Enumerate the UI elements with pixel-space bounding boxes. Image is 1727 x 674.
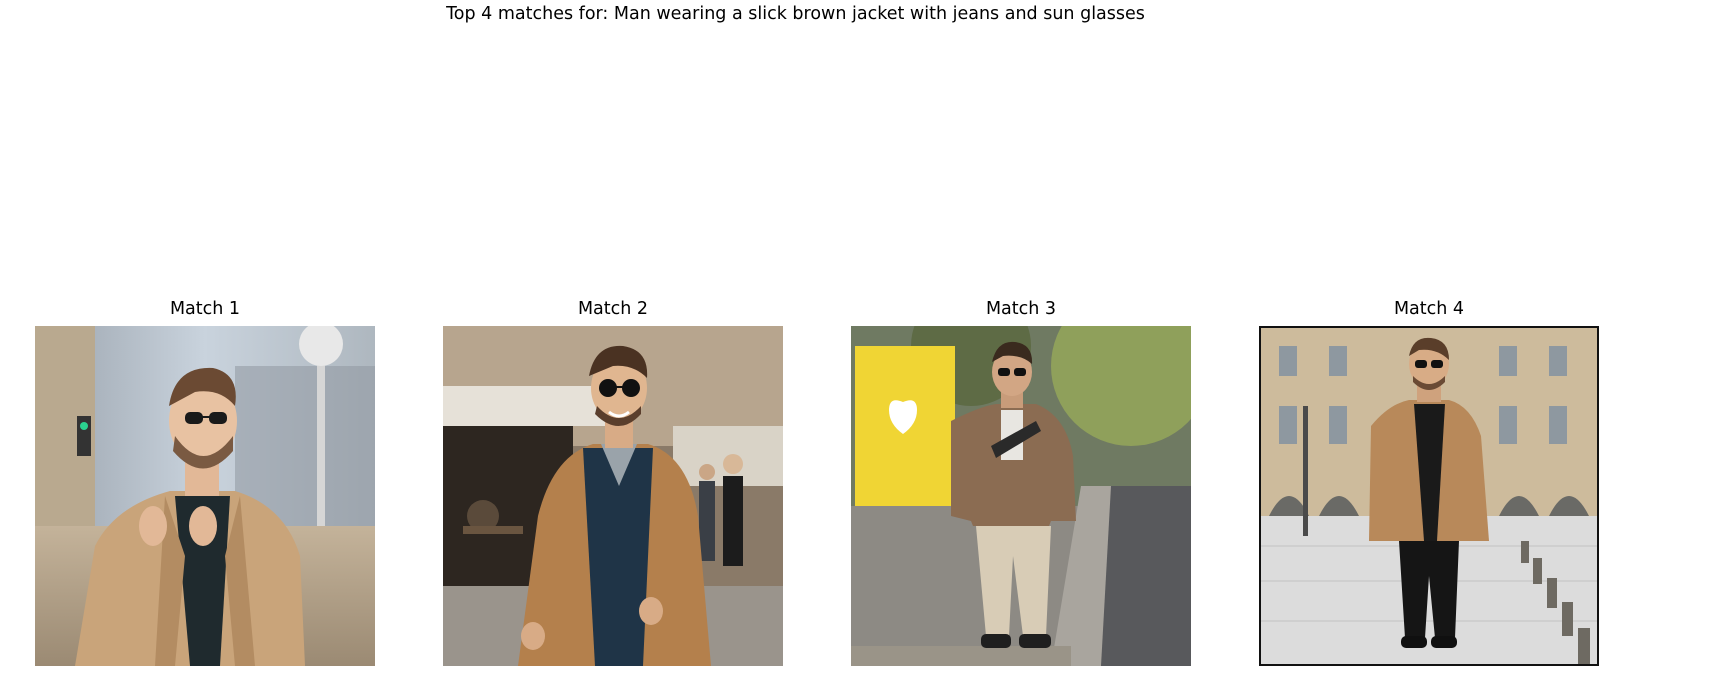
match-image bbox=[443, 326, 783, 666]
match-title: Match 3 bbox=[985, 299, 1057, 319]
match-image bbox=[1259, 326, 1599, 666]
match-title: Match 2 bbox=[577, 299, 649, 319]
match-image bbox=[851, 326, 1191, 666]
match-title: Match 4 bbox=[1393, 299, 1465, 319]
figure-title: Top 4 matches for: Man wearing a slick b… bbox=[446, 4, 1145, 24]
match-title: Match 1 bbox=[169, 299, 241, 319]
match-image bbox=[35, 326, 375, 666]
